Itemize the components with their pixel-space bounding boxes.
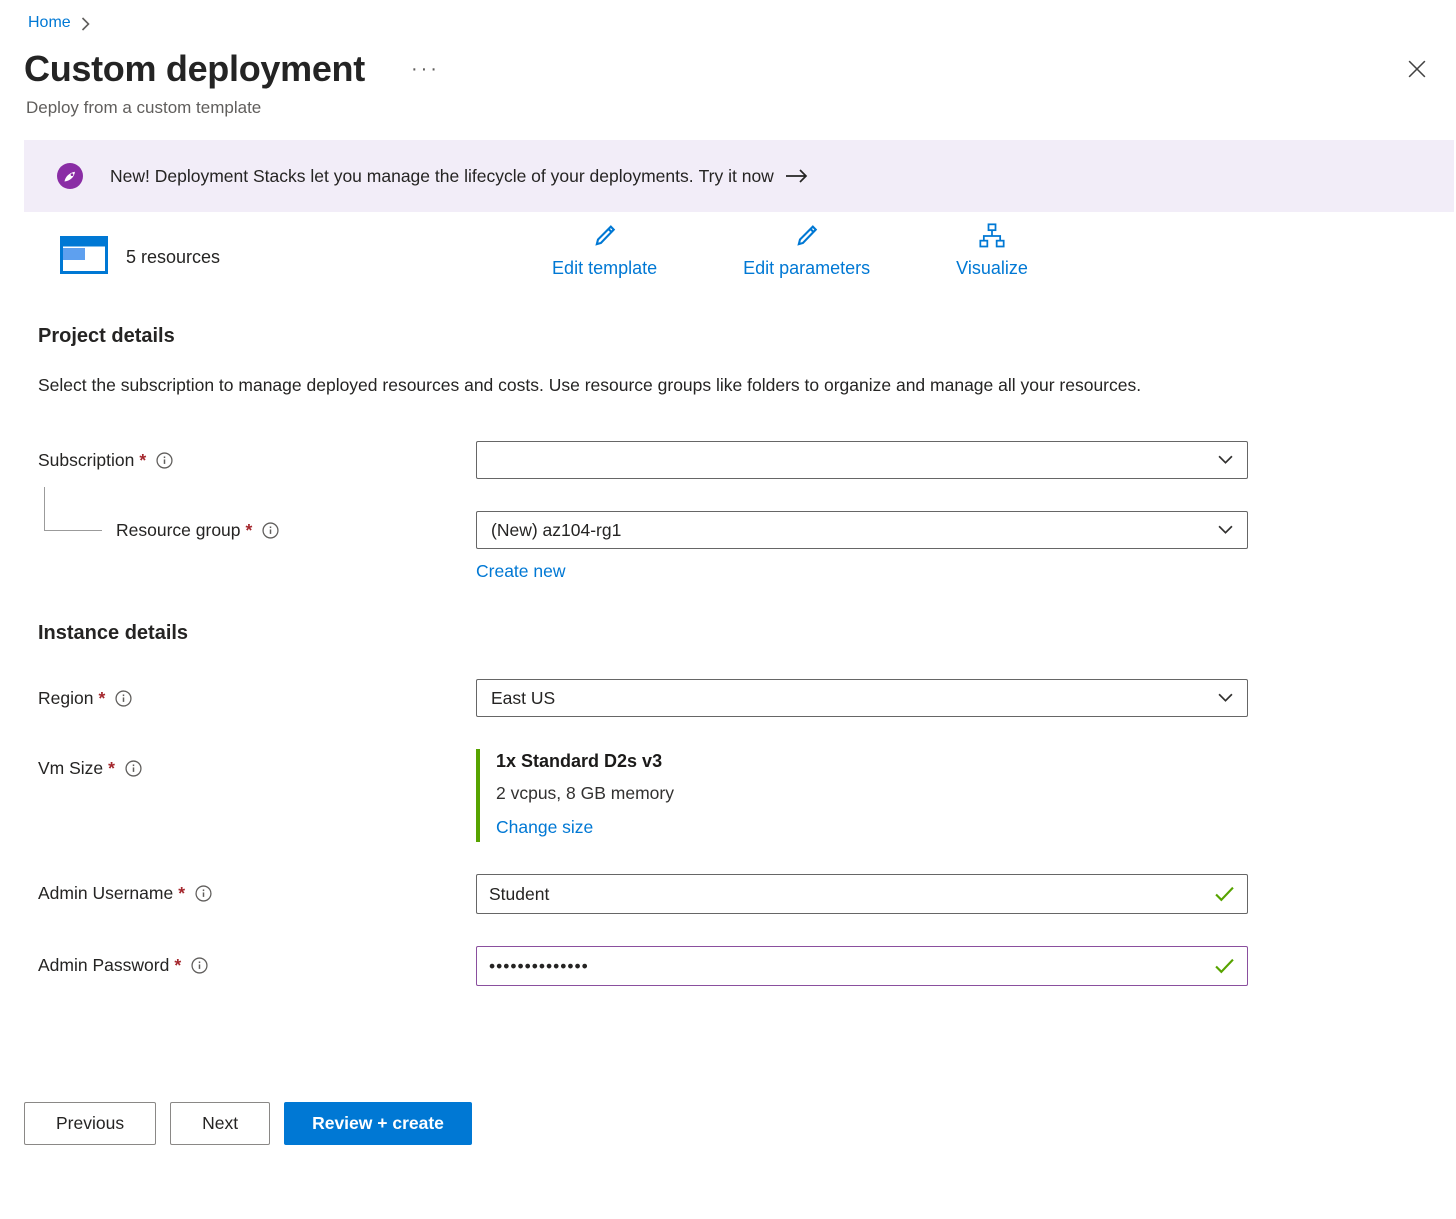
custom-deployment-page: Home Custom deployment ··· Deploy from a… — [0, 0, 1456, 1145]
action-label: Edit parameters — [743, 258, 870, 279]
vm-size-row: Vm Size * 1x Standard D2s v3 2 vcpus, 8 … — [38, 749, 1456, 842]
rocket-icon — [56, 162, 84, 190]
checkmark-icon — [1215, 887, 1234, 902]
label-text: Admin Password — [38, 955, 169, 976]
org-chart-icon — [977, 222, 1007, 255]
info-icon[interactable] — [115, 690, 132, 707]
project-details-description: Select the subscription to manage deploy… — [38, 372, 1188, 399]
resource-group-row: Resource group * (New) az104-rg1 Create … — [38, 511, 1456, 582]
required-asterisk: * — [139, 450, 146, 471]
label-text: Subscription — [38, 450, 134, 471]
resource-group-select[interactable]: (New) az104-rg1 — [476, 511, 1248, 549]
edit-parameters-button[interactable]: Edit parameters — [743, 222, 870, 279]
banner-try-it-now-link[interactable]: Try it now — [699, 166, 774, 186]
arrow-right-icon[interactable] — [786, 169, 809, 183]
subscription-select[interactable] — [476, 441, 1248, 479]
label-text: Region — [38, 688, 93, 709]
admin-username-label: Admin Username * — [38, 874, 476, 912]
admin-username-input[interactable] — [476, 874, 1248, 914]
resource-group-label: Resource group * — [116, 511, 476, 549]
more-actions-button[interactable]: ··· — [411, 59, 440, 79]
info-icon[interactable] — [125, 760, 142, 777]
resource-group-value: (New) az104-rg1 — [491, 520, 1218, 541]
instance-details-fields: Region * East US Vm Size * — [38, 679, 1456, 986]
required-asterisk: * — [178, 883, 185, 904]
page-header: Custom deployment ··· Deploy from a cust… — [0, 48, 1456, 118]
label-text: Resource group — [116, 520, 241, 541]
required-asterisk: * — [98, 688, 105, 709]
chevron-down-icon — [1218, 455, 1233, 465]
page-title: Custom deployment — [24, 48, 365, 90]
close-icon[interactable] — [1402, 54, 1432, 84]
vm-size-title: 1x Standard D2s v3 — [496, 751, 1248, 772]
info-icon[interactable] — [191, 957, 208, 974]
chevron-down-icon — [1218, 693, 1233, 703]
pencil-icon — [792, 222, 822, 255]
previous-button[interactable]: Previous — [24, 1102, 156, 1145]
admin-password-label: Admin Password * — [38, 946, 476, 984]
vm-size-label: Vm Size * — [38, 749, 476, 787]
subscription-label: Subscription * — [38, 441, 476, 479]
resources-count: 5 resources — [126, 247, 220, 268]
edit-template-button[interactable]: Edit template — [552, 222, 657, 279]
subscription-row: Subscription * — [38, 441, 1456, 479]
admin-password-row: Admin Password * — [38, 946, 1456, 986]
template-bar: 5 resources Edit template Edit parameter… — [60, 222, 1456, 279]
action-label: Visualize — [956, 258, 1028, 279]
breadcrumb-home-link[interactable]: Home — [28, 14, 71, 32]
required-asterisk: * — [246, 520, 253, 541]
label-text: Vm Size — [38, 758, 103, 779]
vm-size-detail: 2 vcpus, 8 GB memory — [496, 783, 1248, 804]
info-icon[interactable] — [156, 452, 173, 469]
page-subtitle: Deploy from a custom template — [26, 98, 1456, 118]
visualize-button[interactable]: Visualize — [956, 222, 1028, 279]
region-select[interactable]: East US — [476, 679, 1248, 717]
region-row: Region * East US — [38, 679, 1456, 717]
required-asterisk: * — [108, 758, 115, 779]
wizard-footer: Previous Next Review + create — [24, 1102, 1456, 1145]
project-details-fields: Subscription * Resource group * — [38, 441, 1456, 582]
required-asterisk: * — [174, 955, 181, 976]
action-label: Edit template — [552, 258, 657, 279]
instance-details-heading: Instance details — [38, 622, 1456, 645]
template-summary: 5 resources — [60, 236, 220, 279]
vm-size-summary: 1x Standard D2s v3 2 vcpus, 8 GB memory … — [476, 749, 1248, 842]
resource-group-connector — [44, 487, 102, 531]
info-icon[interactable] — [195, 885, 212, 902]
pencil-icon — [590, 222, 620, 255]
deployment-stacks-banner: New! Deployment Stacks let you manage th… — [24, 140, 1454, 212]
breadcrumb: Home — [0, 0, 1456, 32]
checkmark-icon — [1215, 959, 1234, 974]
banner-message: New! Deployment Stacks let you manage th… — [110, 166, 694, 186]
next-button[interactable]: Next — [170, 1102, 270, 1145]
template-actions: Edit template Edit parameters Visua — [552, 222, 1028, 279]
project-details-heading: Project details — [38, 325, 1456, 348]
breadcrumb-chevron-icon — [81, 17, 90, 31]
region-label: Region * — [38, 679, 476, 717]
template-icon — [60, 236, 108, 279]
region-value: East US — [491, 688, 1218, 709]
create-new-link[interactable]: Create new — [476, 561, 566, 582]
info-icon[interactable] — [262, 522, 279, 539]
change-size-link[interactable]: Change size — [496, 817, 593, 838]
review-create-button[interactable]: Review + create — [284, 1102, 472, 1145]
admin-password-input[interactable] — [476, 946, 1248, 986]
label-text: Admin Username — [38, 883, 173, 904]
admin-username-row: Admin Username * — [38, 874, 1456, 914]
chevron-down-icon — [1218, 525, 1233, 535]
